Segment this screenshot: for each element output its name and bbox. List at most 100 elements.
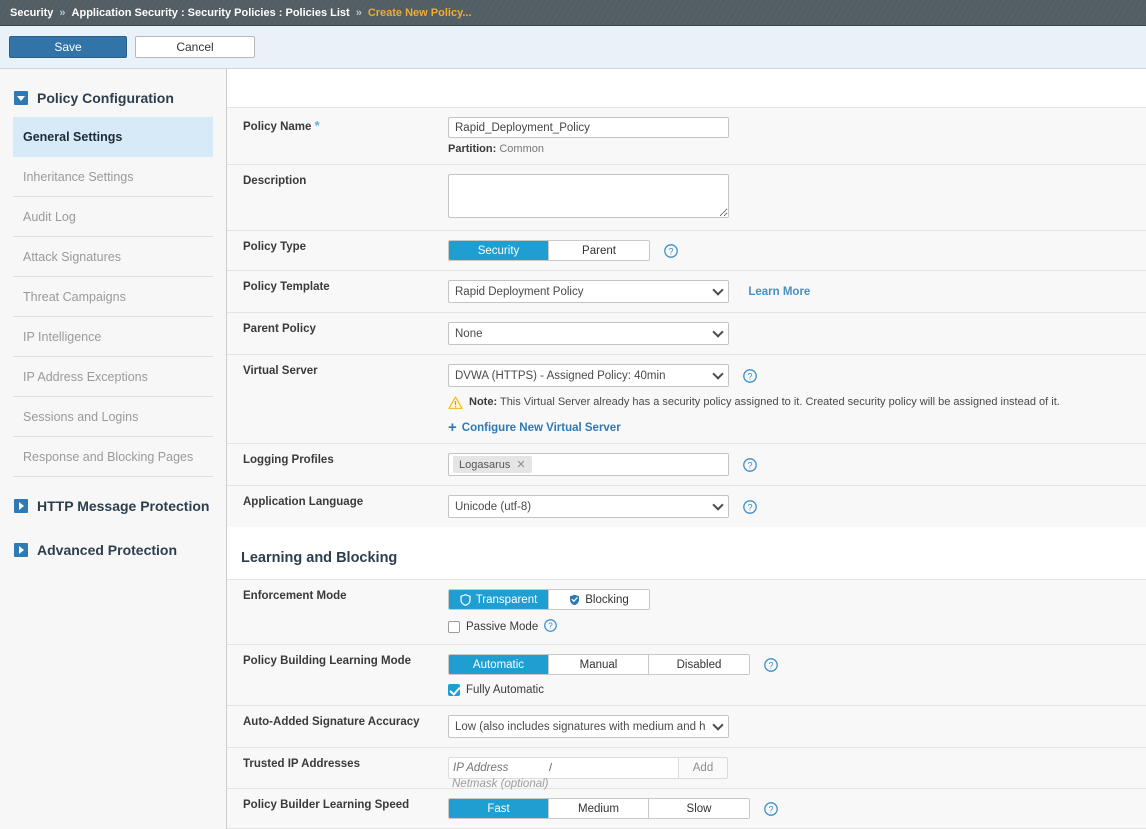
breadcrumb-separator-icon: »: [59, 7, 65, 19]
sidebar-item-inheritance-settings[interactable]: Inheritance Settings: [13, 157, 213, 197]
row-virtual-server: Virtual Server DVWA (HTTPS) - Assigned P…: [227, 354, 1146, 443]
auto-added-signature-accuracy-field-cell: Low (also includes signatures with mediu…: [438, 706, 1146, 747]
description-textarea[interactable]: [448, 174, 729, 218]
learning-speed-option-slow[interactable]: Slow: [649, 799, 749, 818]
sidebar-item-sessions-and-logins[interactable]: Sessions and Logins: [13, 397, 213, 437]
policy-type-option-parent[interactable]: Parent: [549, 241, 649, 260]
sidebar-group-policy-configuration[interactable]: Policy Configuration: [0, 83, 226, 113]
add-trusted-ip-button[interactable]: Add: [678, 757, 728, 779]
required-marker-icon: *: [315, 118, 320, 133]
enforcement-mode-option-blocking[interactable]: Blocking: [549, 590, 649, 609]
triangle-down-icon: [14, 91, 28, 105]
description-field-cell: [438, 165, 1146, 230]
trusted-ip-addresses-field-cell: / Netmask (optional) Add: [438, 748, 1146, 788]
logging-profiles-input[interactable]: Logasarus ✕: [448, 453, 729, 476]
help-icon-virtual-server[interactable]: ?: [743, 369, 757, 383]
virtual-server-note: Note: This Virtual Server already has a …: [448, 396, 1146, 413]
fully-automatic-label: Fully Automatic: [466, 684, 544, 696]
signature-accuracy-select-wrap: Low (also includes signatures with mediu…: [448, 715, 729, 738]
signature-accuracy-select[interactable]: Low (also includes signatures with mediu…: [448, 715, 729, 738]
svg-text:?: ?: [669, 246, 674, 256]
policy-name-label: Policy Name *: [227, 108, 438, 164]
sidebar-group-advanced-protection[interactable]: Advanced Protection: [0, 535, 226, 565]
help-icon-learning-mode[interactable]: ?: [764, 658, 778, 672]
parent-policy-select[interactable]: None: [448, 322, 729, 345]
enforcement-mode-option-transparent[interactable]: Transparent: [449, 590, 549, 609]
learning-mode-option-disabled[interactable]: Disabled: [649, 655, 749, 674]
help-icon-learning-speed[interactable]: ?: [764, 802, 778, 816]
policy-template-label: Policy Template: [227, 271, 438, 312]
svg-text:?: ?: [748, 460, 753, 470]
sidebar-item-general-settings[interactable]: General Settings: [13, 117, 213, 157]
sidebar-item-ip-address-exceptions[interactable]: IP Address Exceptions: [13, 357, 213, 397]
policy-type-label: Policy Type: [227, 231, 438, 270]
application-language-select[interactable]: Unicode (utf-8): [448, 495, 729, 518]
row-auto-added-signature-accuracy: Auto-Added Signature Accuracy Low (also …: [227, 705, 1146, 747]
virtual-server-select[interactable]: DVWA (HTTPS) - Assigned Policy: 40min: [448, 364, 729, 387]
enforcement-mode-transparent-label: Transparent: [476, 594, 538, 606]
breadcrumb-item-create-new-policy: Create New Policy...: [368, 7, 472, 19]
policy-building-learning-mode-toggle-group: Automatic Manual Disabled: [448, 654, 750, 675]
remove-chip-icon[interactable]: ✕: [516, 458, 525, 471]
trusted-ip-address-input[interactable]: [449, 762, 549, 774]
learn-more-link[interactable]: Learn More: [748, 286, 810, 298]
enforcement-mode-blocking-label: Blocking: [585, 594, 628, 606]
logging-profile-chip-label: Logasarus: [459, 459, 510, 471]
partition-label: Partition:: [448, 143, 496, 155]
sidebar-item-label: Attack Signatures: [23, 250, 121, 264]
virtual-server-select-wrap: DVWA (HTTPS) - Assigned Policy: 40min: [448, 364, 729, 387]
policy-building-learning-mode-label: Policy Building Learning Mode: [227, 645, 438, 705]
enforcement-mode-label: Enforcement Mode: [227, 580, 438, 644]
svg-text:?: ?: [548, 621, 553, 631]
sidebar-item-threat-campaigns[interactable]: Threat Campaigns: [13, 277, 213, 317]
learning-speed-option-fast[interactable]: Fast: [449, 799, 549, 818]
cancel-button[interactable]: Cancel: [135, 36, 255, 58]
sidebar-item-attack-signatures[interactable]: Attack Signatures: [13, 237, 213, 277]
policy-name-input[interactable]: [448, 117, 729, 138]
enforcement-mode-toggle-group: Transparent Blocking: [448, 589, 650, 610]
virtual-server-label: Virtual Server: [227, 355, 438, 443]
svg-text:?: ?: [748, 371, 753, 381]
sidebar-item-response-and-blocking-pages[interactable]: Response and Blocking Pages: [13, 437, 213, 477]
application-language-select-wrap: Unicode (utf-8): [448, 495, 729, 518]
fully-automatic-checkbox[interactable]: [448, 684, 460, 696]
sidebar-nav-list: General Settings Inheritance Settings Au…: [13, 117, 213, 477]
help-icon-policy-type[interactable]: ?: [664, 244, 678, 258]
breadcrumb-item-policies-list[interactable]: Application Security : Security Policies…: [72, 7, 350, 19]
plus-icon: +: [448, 423, 457, 433]
parent-policy-select-wrap: None: [448, 322, 729, 345]
policy-template-select[interactable]: Rapid Deployment Policy: [448, 280, 729, 303]
breadcrumb-item-security[interactable]: Security: [10, 7, 53, 19]
action-bar: Save Cancel: [0, 26, 1146, 69]
help-icon-logging-profiles[interactable]: ?: [743, 458, 757, 472]
policy-type-option-security[interactable]: Security: [449, 241, 549, 260]
sidebar-spacer-2: [0, 521, 226, 535]
trusted-ip-input-group: / Netmask (optional) Add: [448, 757, 1146, 779]
sidebar-spacer: [0, 477, 226, 491]
parent-policy-label: Parent Policy: [227, 313, 438, 354]
breadcrumb-separator-icon-2: »: [356, 7, 362, 19]
passive-mode-label: Passive Mode: [466, 621, 538, 633]
sidebar-item-ip-intelligence[interactable]: IP Intelligence: [13, 317, 213, 357]
learning-speed-toggle-group: Fast Medium Slow: [448, 798, 750, 819]
learning-mode-option-automatic[interactable]: Automatic: [449, 655, 549, 674]
trusted-ip-netmask-input[interactable]: [552, 762, 652, 774]
passive-mode-checkbox[interactable]: [448, 621, 460, 633]
row-logging-profiles: Logging Profiles Logasarus ✕ ?: [227, 443, 1146, 485]
note-prefix: Note:: [469, 396, 497, 408]
sidebar-group-http-message-protection[interactable]: HTTP Message Protection: [0, 491, 226, 521]
learning-speed-option-medium[interactable]: Medium: [549, 799, 649, 818]
help-icon-passive-mode[interactable]: ?: [544, 619, 557, 635]
logging-profile-chip: Logasarus ✕: [453, 456, 532, 473]
note-body: This Virtual Server already has a securi…: [500, 396, 1060, 408]
sidebar-item-label: Audit Log: [23, 210, 76, 224]
help-icon-application-language[interactable]: ?: [743, 500, 757, 514]
logging-profiles-field-cell: Logasarus ✕ ?: [438, 444, 1146, 485]
policy-builder-learning-speed-field-cell: Fast Medium Slow ?: [438, 789, 1146, 828]
learning-mode-option-manual[interactable]: Manual: [549, 655, 649, 674]
policy-name-field-cell: Partition: Common: [438, 108, 1146, 164]
sidebar-item-audit-log[interactable]: Audit Log: [13, 197, 213, 237]
configure-new-virtual-server-link[interactable]: + Configure New Virtual Server: [448, 422, 1146, 434]
row-description: Description: [227, 164, 1146, 230]
save-button[interactable]: Save: [9, 36, 127, 58]
